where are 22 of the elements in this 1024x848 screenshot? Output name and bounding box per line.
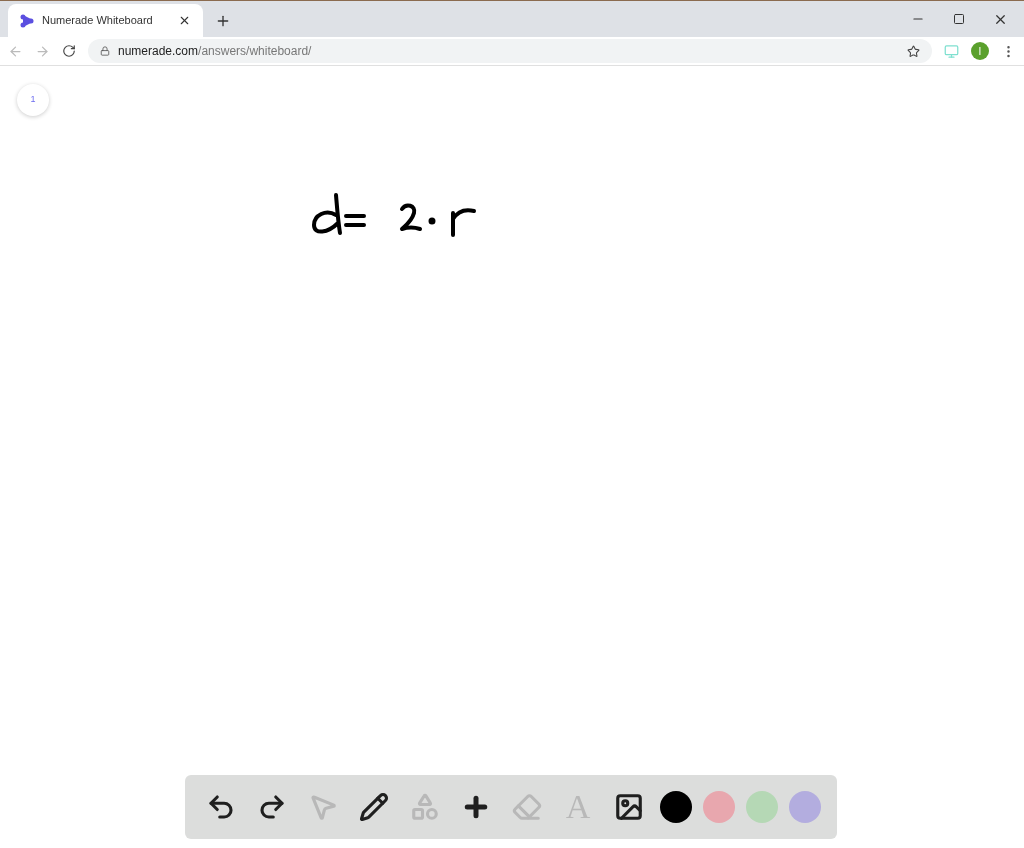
color-swatch[interactable]	[703, 791, 735, 823]
select-icon	[308, 792, 338, 822]
browser-tab[interactable]: Numerade Whiteboard	[8, 4, 203, 37]
color-swatch[interactable]	[789, 791, 821, 823]
color-swatch[interactable]	[746, 791, 778, 823]
url-text: numerade.com/answers/whiteboard/	[118, 43, 313, 60]
star-icon[interactable]	[907, 44, 920, 58]
page-number-badge[interactable]: 1	[17, 84, 49, 116]
color-swatch[interactable]	[660, 791, 692, 823]
image-icon	[614, 792, 644, 822]
profile-avatar[interactable]: I	[971, 42, 989, 60]
eraser-icon	[512, 792, 542, 822]
pencil-icon	[359, 792, 389, 822]
close-icon[interactable]	[178, 14, 191, 27]
tab-title: Numerade Whiteboard	[42, 13, 154, 29]
address-bar[interactable]: numerade.com/answers/whiteboard/	[88, 39, 932, 63]
reload-icon[interactable]	[62, 44, 76, 58]
shapes-icon	[410, 792, 440, 822]
new-tab-icon[interactable]	[215, 13, 231, 29]
play-logo-icon	[20, 13, 34, 28]
maximize-icon[interactable]	[953, 13, 965, 25]
lock-icon	[100, 46, 110, 56]
